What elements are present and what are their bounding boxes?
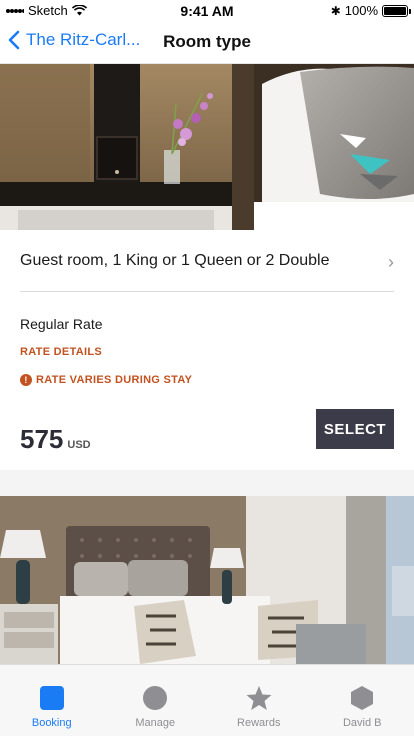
rate-name: Regular Rate (20, 316, 103, 332)
section-separator (0, 470, 414, 496)
tab-booking[interactable]: Booking (0, 665, 104, 736)
bluetooth-icon: ✱ (330, 3, 341, 18)
room-name[interactable]: Guest room, 1 King or 1 Queen or 2 Doubl… (20, 252, 330, 270)
page-title: Room type (0, 32, 414, 52)
tab-manage[interactable]: Manage (104, 665, 208, 736)
chevron-right-icon[interactable]: › (388, 252, 394, 273)
square-icon (39, 686, 64, 710)
divider (20, 291, 394, 292)
page-title-text: Room type (163, 32, 251, 51)
rate-warning-text: RATE VARIES DURING STAY (36, 374, 193, 386)
tab-label: Booking (31, 717, 72, 729)
status-bar: Sketch 9:41 AM ✱ 100% (0, 0, 414, 22)
hexagon-icon (351, 686, 374, 710)
exclamation-icon: ! (20, 374, 32, 386)
rate-details-link[interactable]: RATE DETAILS (20, 346, 102, 358)
room-hero-image (0, 64, 414, 230)
tab-profile[interactable]: David B (311, 665, 414, 736)
tab-rewards[interactable]: Rewards (207, 665, 311, 736)
price: 575 USD (20, 424, 91, 455)
price-currency: USD (67, 439, 91, 451)
circle-icon (143, 686, 168, 710)
battery-icon (382, 4, 411, 17)
tab-label: David B (342, 717, 382, 729)
price-amount: 575 (20, 424, 64, 454)
rate-warning: ! RATE VARIES DURING STAY (20, 374, 192, 386)
tab-bar: Booking Manage Rewards David B (0, 664, 414, 736)
tab-label: Manage (135, 717, 176, 729)
select-button[interactable]: SELECT (316, 409, 394, 449)
room-photo-2 (0, 496, 414, 664)
status-right: ✱ 100% (330, 3, 411, 18)
nav-bar: The Ritz-Carl... Room type (0, 22, 414, 64)
tab-label: Rewards (237, 717, 281, 729)
star-icon (246, 686, 272, 710)
battery-percent: 100% (344, 3, 378, 18)
